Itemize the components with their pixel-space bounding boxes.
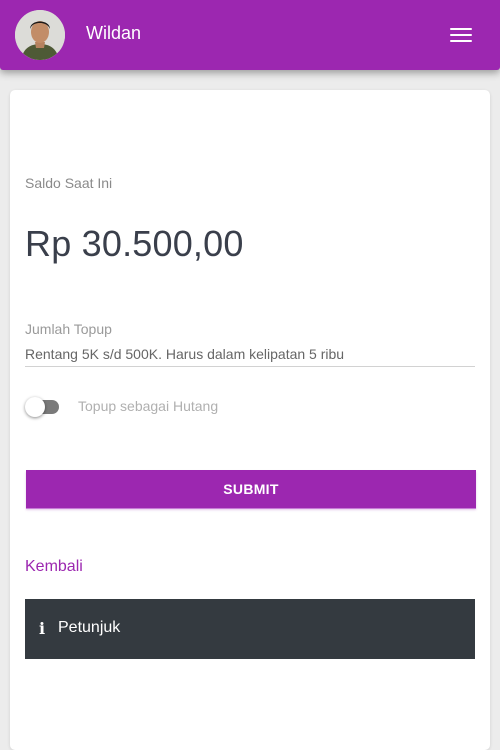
menu-line	[450, 28, 472, 30]
debt-toggle-switch[interactable]	[25, 397, 61, 417]
balance-value: Rp 30.500,00	[25, 223, 244, 264]
info-icon: i	[39, 619, 46, 638]
help-label: Petunjuk	[58, 619, 121, 636]
hamburger-menu-button[interactable]	[446, 24, 476, 46]
avatar[interactable]	[15, 10, 65, 60]
balance-label: Saldo Saat Ini	[25, 175, 113, 191]
user-avatar-icon	[15, 10, 65, 60]
topup-amount-label: Jumlah Topup	[25, 321, 112, 337]
top-app-bar: Wildan	[0, 0, 500, 70]
submit-button[interactable]: SUBMIT	[26, 470, 476, 508]
topup-amount-input[interactable]	[25, 342, 475, 367]
topup-card: Saldo Saat Ini Rp 30.500,00 Jumlah Topup…	[10, 90, 490, 750]
menu-line	[450, 34, 472, 36]
menu-line	[450, 40, 472, 42]
help-panel-toggle[interactable]: i Petunjuk	[25, 599, 475, 659]
debt-toggle-label: Topup sebagai Hutang	[78, 398, 219, 414]
username: Wildan	[86, 23, 142, 43]
back-link[interactable]: Kembali	[25, 558, 83, 576]
submit-underline	[26, 508, 476, 509]
toggle-knob	[25, 397, 45, 417]
